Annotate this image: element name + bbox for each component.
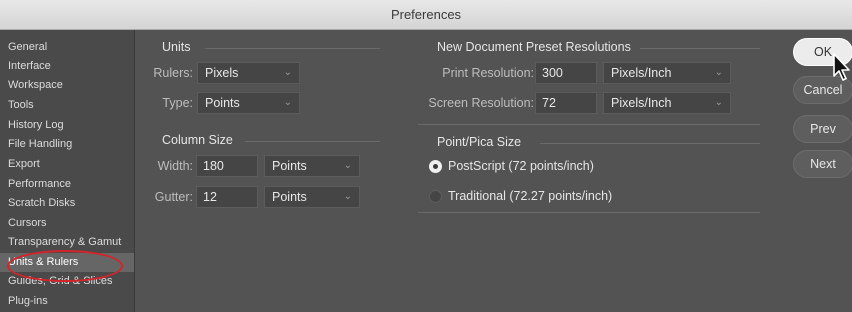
preferences-sidebar: General Interface Workspace Tools Histor… <box>0 30 135 312</box>
point-pica-bottom-divider <box>418 212 760 213</box>
units-divider <box>205 48 380 49</box>
sidebar-item-interface[interactable]: Interface <box>0 57 134 76</box>
chevron-down-icon: ⌄ <box>714 67 723 78</box>
gutter-unit-value: Points <box>272 190 307 204</box>
sidebar-item-plug-ins[interactable]: Plug-ins <box>0 292 134 311</box>
pointer-cursor-icon <box>833 53 850 81</box>
gutter-unit-select[interactable]: Points ⌄ <box>264 186 360 208</box>
resolution-divider <box>418 124 760 125</box>
screen-resolution-input[interactable]: 72 <box>535 92 597 114</box>
rulers-value: Pixels <box>205 66 239 80</box>
print-resolution-unit-value: Pixels/Inch <box>611 66 672 80</box>
next-button[interactable]: Next <box>793 150 852 178</box>
width-unit-select[interactable]: Points ⌄ <box>264 155 360 177</box>
print-resolution-label: Print Resolution: <box>442 66 534 80</box>
width-label: Width: <box>157 159 193 173</box>
column-size-divider <box>245 141 380 142</box>
gutter-label: Gutter: <box>154 190 193 204</box>
column-size-section-title: Column Size <box>162 133 233 147</box>
sidebar-item-workspace[interactable]: Workspace <box>0 76 134 95</box>
window-titlebar: Preferences <box>0 0 852 30</box>
new-doc-section-title: New Document Preset Resolutions <box>437 40 631 54</box>
chevron-down-icon: ⌄ <box>343 160 352 171</box>
type-value: Points <box>205 96 240 110</box>
screen-resolution-label: Screen Resolution: <box>428 96 534 110</box>
window-title: Preferences <box>390 7 462 22</box>
postscript-radio-label[interactable]: PostScript (72 points/inch) <box>448 159 594 173</box>
traditional-radio[interactable] <box>429 190 442 203</box>
sidebar-item-cursors[interactable]: Cursors <box>0 214 134 233</box>
sidebar-item-units-rulers[interactable]: Units & Rulers <box>0 253 134 272</box>
sidebar-item-export[interactable]: Export <box>0 155 134 174</box>
screen-resolution-unit-select[interactable]: Pixels/Inch ⌄ <box>603 92 731 114</box>
chevron-down-icon: ⌄ <box>283 67 292 78</box>
prev-button[interactable]: Prev <box>793 115 852 143</box>
sidebar-item-guides-grid-slices[interactable]: Guides, Grid & Slices <box>0 272 134 291</box>
sidebar-item-performance[interactable]: Performance <box>0 175 134 194</box>
new-doc-divider <box>640 48 760 49</box>
point-pica-divider <box>540 143 760 144</box>
sidebar-item-tools[interactable]: Tools <box>0 96 134 115</box>
rulers-label: Rulers: <box>153 66 193 80</box>
width-input[interactable]: 180 <box>196 155 258 177</box>
chevron-down-icon: ⌄ <box>343 191 352 202</box>
screen-resolution-unit-value: Pixels/Inch <box>611 96 672 110</box>
gutter-input[interactable]: 12 <box>196 186 258 208</box>
print-resolution-input[interactable]: 300 <box>535 62 597 84</box>
rulers-select[interactable]: Pixels ⌄ <box>197 62 300 84</box>
units-section-title: Units <box>162 40 191 54</box>
sidebar-item-file-handling[interactable]: File Handling <box>0 135 134 154</box>
sidebar-item-history-log[interactable]: History Log <box>0 116 134 135</box>
type-label: Type: <box>162 96 193 110</box>
print-resolution-unit-select[interactable]: Pixels/Inch ⌄ <box>603 62 731 84</box>
sidebar-item-general[interactable]: General <box>0 38 134 57</box>
width-unit-value: Points <box>272 159 307 173</box>
traditional-radio-label[interactable]: Traditional (72.27 points/inch) <box>448 189 612 203</box>
point-pica-section-title: Point/Pica Size <box>437 135 522 149</box>
type-select[interactable]: Points ⌄ <box>197 92 300 114</box>
chevron-down-icon: ⌄ <box>283 97 292 108</box>
sidebar-item-scratch-disks[interactable]: Scratch Disks <box>0 194 134 213</box>
chevron-down-icon: ⌄ <box>714 97 723 108</box>
sidebar-item-transparency-gamut[interactable]: Transparency & Gamut <box>0 233 134 252</box>
postscript-radio[interactable] <box>429 160 442 173</box>
